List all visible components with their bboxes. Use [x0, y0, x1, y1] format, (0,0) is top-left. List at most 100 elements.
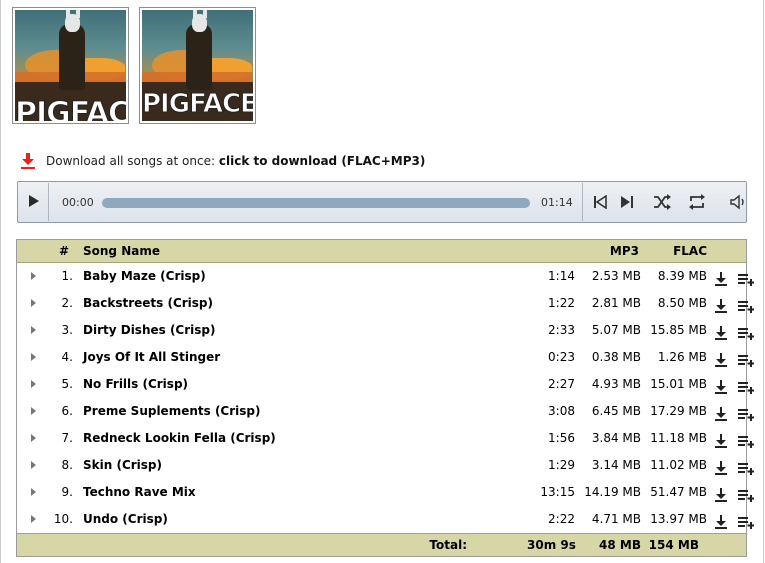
album-cover-title: PIGFACE [142, 89, 253, 120]
track-duration: 13:15 [540, 485, 575, 499]
total-flac: 154 MB [648, 538, 699, 552]
track-mp3-size[interactable]: 6.45 MB [577, 398, 641, 425]
shuffle-icon [653, 193, 671, 213]
expand-triangle-icon[interactable] [31, 290, 36, 317]
track-mp3-size[interactable]: 3.14 MB [577, 452, 641, 479]
track-flac-size[interactable]: 13.97 MB [643, 506, 707, 533]
expand-triangle-icon[interactable] [31, 398, 36, 425]
expand-triangle-icon[interactable] [31, 344, 36, 371]
current-time: 00:00 [62, 196, 94, 209]
track-duration: 1:29 [548, 458, 575, 472]
table-row[interactable]: 10. Undo (Crisp) 2:22 4.71 MB 13.97 MB [17, 506, 755, 533]
table-header: # Song Name MP3 FLAC [17, 240, 746, 263]
next-button[interactable] [617, 193, 637, 213]
track-name[interactable]: Skin (Crisp) [83, 452, 162, 479]
track-duration: 2:33 [548, 323, 575, 337]
album-cover-thumbnail[interactable]: PIGFACE [12, 7, 129, 124]
expand-triangle-icon[interactable] [31, 452, 36, 479]
table-row[interactable]: 1. Baby Maze (Crisp) 1:14 2.53 MB 8.39 M… [17, 263, 755, 290]
download-arrow-icon[interactable] [21, 153, 35, 169]
album-art: PIGFACE [15, 10, 126, 121]
track-mp3-size[interactable]: 2.81 MB [577, 290, 641, 317]
total-mp3: 48 MB [599, 538, 641, 552]
track-number: 4. [61, 350, 73, 364]
duration-time: 01:14 [541, 196, 573, 209]
track-duration: 1:14 [548, 269, 575, 283]
repeat-button[interactable] [687, 193, 707, 213]
header-mp3: MP3 [609, 244, 639, 258]
track-flac-size[interactable]: 1.26 MB [643, 344, 707, 371]
download-all-text: Download all songs at once: [46, 154, 216, 168]
track-name[interactable]: Backstreets (Crisp) [83, 290, 213, 317]
track-name[interactable]: Baby Maze (Crisp) [83, 263, 206, 290]
album-cover-title: PIGFACE [15, 96, 126, 122]
track-name[interactable]: Joys Of It All Stinger [83, 344, 220, 371]
table-row[interactable]: 6. Preme Suplements (Crisp) 3:08 6.45 MB… [17, 398, 755, 425]
table-row[interactable]: 3. Dirty Dishes (Crisp) 2:33 5.07 MB 15.… [17, 317, 755, 344]
table-footer: Total: 30m 9s 48 MB 154 MB [17, 533, 746, 556]
track-mp3-size[interactable]: 2.53 MB [577, 263, 641, 290]
track-name[interactable]: Preme Suplements (Crisp) [83, 398, 260, 425]
track-flac-size[interactable]: 11.18 MB [643, 425, 707, 452]
download-all-line: Download all songs at once: click to dow… [21, 153, 425, 169]
track-flac-size[interactable]: 15.85 MB [643, 317, 707, 344]
track-number: 5. [61, 377, 73, 391]
progress-bar[interactable] [102, 198, 530, 208]
repeat-icon [688, 193, 706, 213]
previous-icon [593, 194, 607, 212]
table-row[interactable]: 7. Redneck Lookin Fella (Crisp) 1:56 3.8… [17, 425, 755, 452]
table-row[interactable]: 8. Skin (Crisp) 1:29 3.14 MB 11.02 MB [17, 452, 755, 479]
header-flac: FLAC [673, 244, 707, 258]
table-row[interactable]: 4. Joys Of It All Stinger 0:23 0.38 MB 1… [17, 344, 755, 371]
table-row[interactable]: 2. Backstreets (Crisp) 1:22 2.81 MB 8.50… [17, 290, 755, 317]
track-flac-size[interactable]: 11.02 MB [643, 452, 707, 479]
track-name[interactable]: Undo (Crisp) [83, 506, 168, 533]
track-number: 7. [61, 431, 73, 445]
track-name[interactable]: Redneck Lookin Fella (Crisp) [83, 425, 276, 452]
shuffle-button[interactable] [652, 193, 672, 213]
track-number: 10. [53, 512, 73, 526]
expand-triangle-icon[interactable] [31, 263, 36, 290]
track-name[interactable]: Dirty Dishes (Crisp) [83, 317, 216, 344]
expand-triangle-icon[interactable] [31, 317, 36, 344]
track-mp3-size[interactable]: 3.84 MB [577, 425, 641, 452]
track-name[interactable]: No Frills (Crisp) [83, 371, 188, 398]
table-row[interactable]: 9. Techno Rave Mix 13:15 14.19 MB 51.47 … [17, 479, 755, 506]
track-mp3-size[interactable]: 4.71 MB [577, 506, 641, 533]
total-duration: 30m 9s [527, 538, 576, 552]
track-number: 6. [61, 404, 73, 418]
song-table: # Song Name MP3 FLAC 1. Baby Maze (Crisp… [16, 239, 755, 557]
album-art: PIGFACE [142, 10, 253, 121]
track-flac-size[interactable]: 51.47 MB [643, 479, 707, 506]
track-duration: 1:56 [548, 431, 575, 445]
track-flac-size[interactable]: 17.29 MB [643, 398, 707, 425]
table-row[interactable]: 5. No Frills (Crisp) 2:27 4.93 MB 15.01 … [17, 371, 755, 398]
previous-button[interactable] [590, 193, 610, 213]
track-flac-size[interactable]: 15.01 MB [643, 371, 707, 398]
expand-triangle-icon[interactable] [31, 506, 36, 533]
expand-triangle-icon[interactable] [31, 371, 36, 398]
track-name[interactable]: Techno Rave Mix [83, 479, 196, 506]
track-mp3-size[interactable]: 5.07 MB [577, 317, 641, 344]
track-mp3-size[interactable]: 0.38 MB [577, 344, 641, 371]
track-number: 2. [61, 296, 73, 310]
play-button[interactable] [19, 183, 49, 221]
album-cover-thumbnail[interactable]: PIGFACE [139, 7, 256, 124]
track-mp3-size[interactable]: 4.93 MB [577, 371, 641, 398]
track-number: 3. [61, 323, 73, 337]
header-song-name: Song Name [83, 244, 160, 258]
expand-triangle-icon[interactable] [31, 479, 36, 506]
track-flac-size[interactable]: 8.50 MB [643, 290, 707, 317]
track-duration: 2:27 [548, 377, 575, 391]
total-label: Total: [429, 538, 467, 552]
track-flac-size[interactable]: 8.39 MB [643, 263, 707, 290]
play-icon [28, 194, 40, 211]
volume-button[interactable] [729, 193, 749, 213]
track-number: 1. [61, 269, 73, 283]
volume-icon [730, 194, 748, 213]
track-duration: 2:22 [548, 512, 575, 526]
track-mp3-size[interactable]: 14.19 MB [577, 479, 641, 506]
expand-triangle-icon[interactable] [31, 425, 36, 452]
track-duration: 1:22 [548, 296, 575, 310]
download-all-link[interactable]: click to download (FLAC+MP3) [219, 154, 426, 168]
